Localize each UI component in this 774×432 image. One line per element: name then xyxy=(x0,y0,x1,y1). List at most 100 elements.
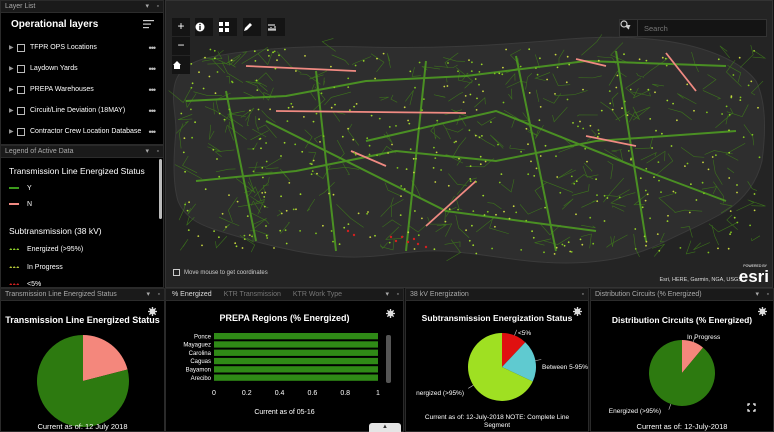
bar[interactable] xyxy=(214,333,378,340)
expand-panel-button[interactable]: ▲ xyxy=(369,423,401,432)
widget-tabs: % Energized KTR Transmission KTR Work Ty… xyxy=(166,289,403,301)
panel-menu-icon[interactable]: ▾ xyxy=(145,1,149,12)
layer-label: TFPR OPS Locations xyxy=(30,44,97,51)
layer-options-icon[interactable]: ••• xyxy=(149,43,157,53)
tab-energized[interactable]: % Energized xyxy=(166,289,218,300)
widget-header-title: 38 kV Energization xyxy=(410,291,469,298)
pie-leader-line xyxy=(514,329,518,336)
legend-header: Legend of Active Data ▫ ▾ xyxy=(1,146,163,158)
draw-button[interactable] xyxy=(243,18,261,36)
legend-scrollbar[interactable] xyxy=(159,159,162,219)
layer-visibility-checkbox[interactable] xyxy=(17,85,25,94)
expand-arrow-icon[interactable]: ▶ xyxy=(9,44,17,51)
fullscreen-icon[interactable] xyxy=(747,403,756,412)
panel-menu-icon[interactable]: ▾ xyxy=(145,146,149,157)
layer-row[interactable]: ▶ TFPR OPS Locations ••• xyxy=(1,37,163,58)
bar-category-label: Carolina xyxy=(189,351,212,357)
widget-header: Transmission Line Energized Status ▫ ▾ xyxy=(1,289,164,301)
legend-item-label: Y xyxy=(27,184,32,192)
widget-footer: Current as of: 12 July 2018 xyxy=(37,422,128,431)
panel-maximize-icon[interactable]: ▫ xyxy=(158,289,160,300)
layer-options-icon[interactable] xyxy=(143,19,155,29)
layer-options-icon[interactable]: ••• xyxy=(149,106,157,116)
subtransmission-pie-chart[interactable]: <5% Between 5-95% nergized (>95%) xyxy=(406,325,589,410)
expand-arrow-icon[interactable]: ▶ xyxy=(9,65,17,72)
panel-menu-icon[interactable]: ▾ xyxy=(385,289,389,300)
panel-menu-icon[interactable]: ▾ xyxy=(146,289,150,300)
tab-ktr-transmission[interactable]: KTR Transmission xyxy=(218,289,287,300)
widget-header: 38 kV Energization ▫ xyxy=(406,289,588,301)
panel-maximize-icon[interactable]: ▫ xyxy=(767,289,769,300)
info-button[interactable] xyxy=(195,18,213,36)
expand-arrow-icon[interactable]: ▶ xyxy=(9,107,17,114)
panel-maximize-icon[interactable]: ▫ xyxy=(582,289,584,300)
layer-row[interactable]: ▶ Contractor Crew Location Database ••• xyxy=(1,121,163,142)
layer-options-icon[interactable]: ••• xyxy=(149,127,157,137)
legend-panel: Legend of Active Data ▫ ▾ Transmission L… xyxy=(0,145,164,288)
search-input[interactable] xyxy=(638,23,738,33)
layer-options-icon[interactable]: ••• xyxy=(149,64,157,74)
home-icon xyxy=(173,61,181,69)
bar[interactable] xyxy=(214,349,378,356)
bar[interactable] xyxy=(214,357,378,365)
layer-list-header: Layer List ▫ ▾ xyxy=(1,1,163,13)
layer-visibility-checkbox[interactable] xyxy=(17,106,25,115)
layer-visibility-checkbox[interactable] xyxy=(17,64,25,73)
panel-maximize-icon[interactable]: ▫ xyxy=(157,146,159,157)
widget-title: Distribution Circuits (% Energized) xyxy=(611,315,753,325)
coordinate-hint: Move mouse to get coordinates xyxy=(184,269,268,276)
island-landmass xyxy=(172,36,765,264)
basemap-gallery-button[interactable] xyxy=(219,18,237,36)
coordinate-toggle-icon[interactable] xyxy=(173,269,180,276)
tab-ktr-work-type[interactable]: KTR Work Type xyxy=(287,289,348,300)
transmission-pie-chart[interactable] xyxy=(1,327,165,427)
x-tick-label: 0.8 xyxy=(340,390,350,397)
panel-menu-icon[interactable]: ▾ xyxy=(755,289,759,300)
map-view[interactable]: + − ▼ Move mouse to get coordinates Esri… xyxy=(165,0,773,288)
layer-options-icon[interactable]: ••• xyxy=(149,85,157,95)
bar-category-label: Bayamon xyxy=(186,368,211,374)
zoom-in-button[interactable]: + xyxy=(172,18,190,36)
pie-slice[interactable] xyxy=(649,340,715,406)
widget-title: Subtransmission Energization Status xyxy=(421,313,573,323)
zoom-out-button[interactable]: − xyxy=(172,37,190,55)
bar[interactable] xyxy=(214,366,378,373)
coordinate-bar: Move mouse to get coordinates xyxy=(173,269,268,276)
widget-footer: Current as of: 12-July-2018 xyxy=(636,422,728,431)
pie-leader-line xyxy=(535,359,542,361)
bar-category-label: Caguas xyxy=(190,359,211,365)
regions-bar-chart[interactable]: Ponce Mayaguez Carolina Caguas Bayamon Arecib… xyxy=(166,329,404,404)
expand-arrow-icon[interactable]: ▶ xyxy=(9,86,17,93)
legend-item: Energized (>95%) xyxy=(1,240,163,258)
x-tick-label: 1 xyxy=(376,390,380,397)
x-tick-label: 0 xyxy=(212,390,216,397)
widget-title: PREPA Regions (% Energized) xyxy=(219,313,350,323)
layer-visibility-checkbox[interactable] xyxy=(17,43,25,52)
bar[interactable] xyxy=(214,374,378,381)
layer-row[interactable]: ▶ PREPA Warehouses ••• xyxy=(1,79,163,100)
pie-slice-label: <5% xyxy=(518,330,531,337)
measure-button[interactable] xyxy=(267,18,285,36)
legend-item: In Progress xyxy=(1,258,163,276)
expand-arrow-icon[interactable]: ▶ xyxy=(9,128,17,135)
map-canvas[interactable] xyxy=(166,1,773,288)
dotted-line-swatch-icon xyxy=(9,266,19,268)
layer-list-title: Layer List xyxy=(5,3,36,10)
layer-label: Laydown Yards xyxy=(30,65,78,72)
bar[interactable] xyxy=(214,341,378,348)
bar-category-label: Mayaguez xyxy=(183,343,211,349)
layer-label: PREPA Warehouses xyxy=(30,86,94,93)
pie-slice-label: In Progress xyxy=(687,334,721,341)
layer-row[interactable]: ▶ Circuit/Line Deviation (18MAY) ••• xyxy=(1,100,163,121)
layer-visibility-checkbox[interactable] xyxy=(17,127,25,136)
subtransmission-widget: 38 kV Energization ▫ Subtransmission Ene… xyxy=(405,288,589,432)
panel-maximize-icon[interactable]: ▫ xyxy=(397,289,399,300)
dotted-line-swatch-icon xyxy=(9,283,19,285)
search-icon[interactable] xyxy=(620,20,630,30)
layer-row[interactable]: ▶ Laydown Yards ••• xyxy=(1,58,163,79)
panel-maximize-icon[interactable]: ▫ xyxy=(157,1,159,12)
chart-scrollbar[interactable] xyxy=(386,335,391,383)
bar-category-label: Ponce xyxy=(194,334,212,340)
layer-label: Contractor Crew Location Database xyxy=(30,128,142,135)
home-button[interactable] xyxy=(172,56,190,74)
